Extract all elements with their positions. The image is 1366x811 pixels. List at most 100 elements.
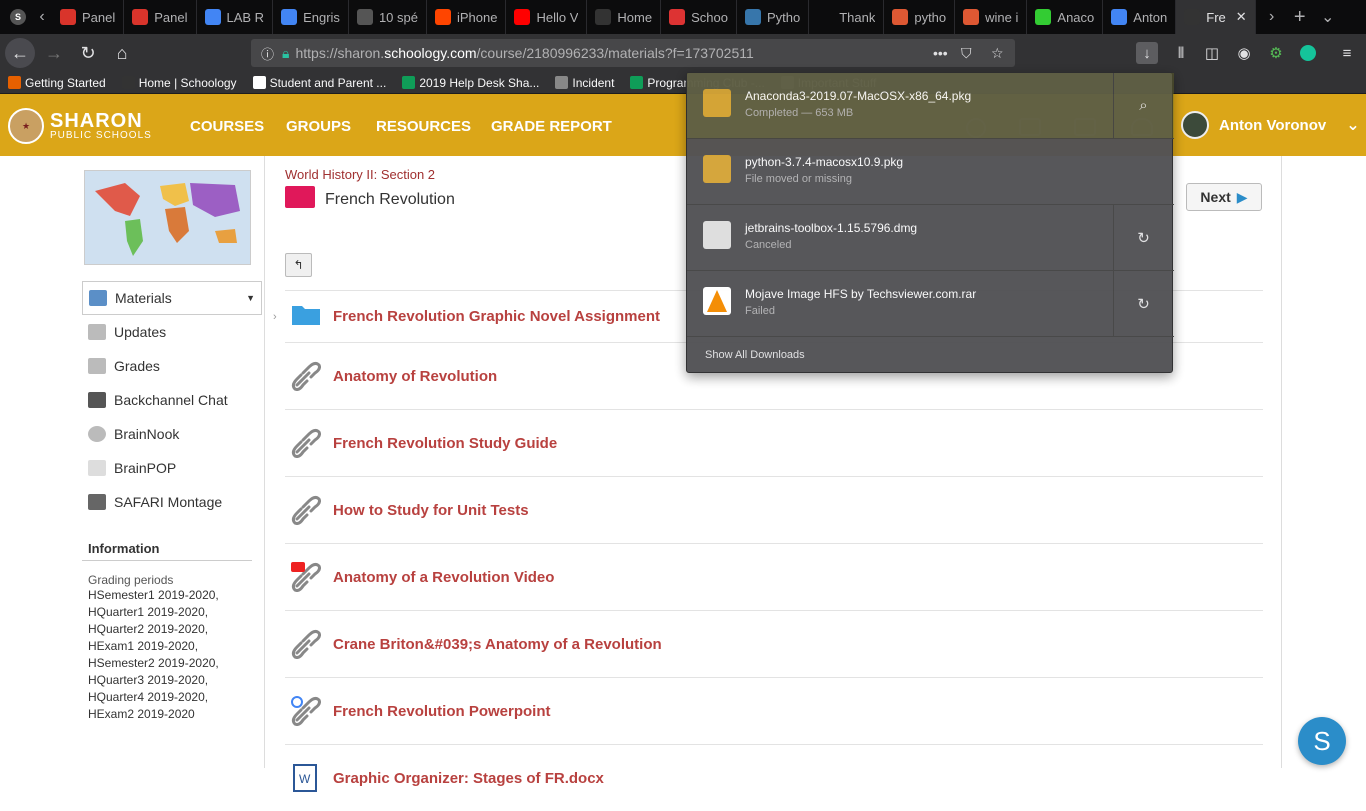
browser-tab[interactable]: Anaco [1027,0,1104,34]
downloads-icon[interactable]: ↓ [1136,42,1158,64]
nav-resources[interactable]: RESOURCES [376,118,471,135]
sidebar-item-backchannel-chat[interactable]: Backchannel Chat [82,383,262,417]
browser-tab[interactable]: wine i [955,0,1028,34]
tab-scroll-right-icon[interactable]: › [1262,8,1282,26]
material-item[interactable]: French Revolution Study Guide [285,409,1263,476]
material-item[interactable]: French Revolution Powerpoint [285,677,1263,744]
nav-groups[interactable]: GROUPS [286,118,351,135]
browser-tab[interactable]: iPhone [427,0,507,34]
grading-period: HQuarter4 2019-2020, [88,690,209,704]
material-item[interactable]: Crane Briton&#039;s Anatomy of a Revolut… [285,610,1263,677]
bookmark-favicon-icon [630,76,644,89]
browser-tab[interactable]: Panel [52,0,125,34]
browser-tab[interactable]: Anton [1103,0,1177,34]
account-icon[interactable]: ◉ [1233,42,1255,64]
download-item[interactable]: Mojave Image HFS by Techsviewer.com.rar F… [687,271,1174,337]
back-button[interactable]: ← [5,38,35,68]
grading-periods-list: HSemester1 2019-2020, HQuarter1 2019-2020… [82,587,262,723]
download-item[interactable]: Anaconda3-2019.07-MacOSX-x86_64.pkg Compl… [687,73,1174,139]
sidebar-item-label: BrainNook [114,426,180,442]
browser-tab[interactable]: Thank [809,0,885,34]
retry-icon[interactable]: ↻ [1113,205,1173,270]
material-link[interactable]: Graphic Organizer: Stages of FR.docx [333,770,604,787]
sidebar-item-safari-montage[interactable]: SAFARI Montage [82,485,262,519]
show-all-downloads-link[interactable]: Show All Downloads [705,349,805,361]
grading-periods-heading: Grading periods [88,573,174,587]
caret-down-icon[interactable]: ▼ [246,293,255,303]
retry-icon[interactable]: ↻ [1113,271,1173,336]
browser-tab[interactable]: Schoo [661,0,737,34]
material-item[interactable]: W Graphic Organizer: Stages of FR.docx [285,744,1263,811]
download-item[interactable]: jetbrains-toolbox-1.15.5796.dmg Canceled ↻ [687,205,1174,271]
blank-icon [817,9,834,25]
grading-period: HExam2 2019-2020 [88,707,195,721]
go-back-button[interactable]: ↰ [285,253,312,277]
forward-button[interactable]: → [39,38,69,68]
material-item[interactable]: Anatomy of a Revolution Video [285,543,1263,610]
close-tab-icon[interactable]: ✕ [1236,9,1247,25]
chevron-down-icon: ⌄ [1346,117,1360,134]
bookmark-star-icon[interactable]: ☆ [991,45,1004,62]
library-icon[interactable]: ⫴ [1170,42,1192,64]
tab-title: pytho [914,9,947,25]
vpn-extension-icon[interactable]: ⚙ [1265,42,1287,64]
schoology-help-button[interactable]: S [1298,717,1346,765]
user-menu[interactable]: Anton Voronov ⌄ [1181,111,1360,139]
browser-tab[interactable]: LAB R [197,0,274,34]
next-button[interactable]: Next ▶ [1186,183,1262,211]
bookmark-item[interactable]: 2019 Help Desk Sha... [394,76,547,90]
google-link-icon [291,696,321,726]
youtube-icon [514,9,531,25]
reload-button[interactable]: ↻ [73,38,103,68]
material-link[interactable]: Crane Briton&#039;s Anatomy of a Revolut… [333,636,662,653]
material-link[interactable]: How to Study for Unit Tests [333,502,529,519]
material-link[interactable]: French Revolution Study Guide [333,435,557,452]
url-text[interactable]: https://sharon.schoology.com/course/2180… [295,45,753,61]
bookmark-item[interactable]: Getting Started [0,76,114,90]
search-icon[interactable]: ⌕ [1113,73,1173,138]
browser-tab[interactable]: Pytho [737,0,810,34]
new-tab-icon[interactable]: + [1290,6,1310,29]
tab-title: Home [617,9,653,25]
nav-grade-report[interactable]: GRADE REPORT [491,118,612,135]
sidebar-item-updates[interactable]: Updates [82,315,262,349]
browser-tab[interactable]: pytho [884,0,956,34]
tab-scroll-left-icon[interactable]: ‹ [32,8,52,26]
material-link[interactable]: French Revolution Powerpoint [333,703,551,720]
tab-list-icon[interactable]: ⌄ [1318,7,1338,27]
sidebar-item-grades[interactable]: Grades [82,349,262,383]
material-link[interactable]: Anatomy of Revolution [333,368,497,385]
download-item[interactable]: python-3.7.4-macosx10.9.pkg File moved or… [687,139,1174,205]
breadcrumb[interactable]: World History II: Section 2 [285,167,435,182]
pocket-icon[interactable]: ⛉ [961,45,972,62]
browser-tab[interactable]: Engris [273,0,349,34]
info-icon[interactable]: ⓘ [261,44,274,63]
bookmark-item[interactable]: Student and Parent ... [245,76,395,90]
sidebar-item-brainpop[interactable]: BrainPOP [82,451,262,485]
material-link[interactable]: French Revolution Graphic Novel Assignme… [333,308,660,325]
browser-tab[interactable]: 10 spé [349,0,427,34]
sidebar-item-label: Backchannel Chat [114,392,228,408]
nav-courses[interactable]: COURSES [190,118,264,135]
browser-tab[interactable]: Panel [124,0,197,34]
bookmark-item[interactable]: Home | Schoology [114,76,245,90]
python-icon [744,9,761,25]
sidebar-icon[interactable]: ◫ [1201,42,1223,64]
material-item[interactable]: How to Study for Unit Tests [285,476,1263,543]
schoology-icon[interactable]: S [10,9,26,25]
material-link[interactable]: Anatomy of a Revolution Video [333,569,554,586]
page-actions-icon[interactable]: ••• [933,45,948,61]
grammarly-extension-icon[interactable] [1297,42,1319,64]
home-button[interactable]: ⌂ [107,38,137,68]
browser-tab[interactable]: Home [587,0,662,34]
school-logo[interactable]: ★ SHARON PUBLIC SCHOOLS [8,108,152,144]
browser-tab[interactable]: Fre ✕ [1176,0,1256,34]
menu-icon[interactable]: ≡ [1336,42,1358,64]
expand-arrow-icon[interactable]: › [273,311,277,323]
sidebar-item-materials[interactable]: Materials ▼ [82,281,262,315]
bookmark-item[interactable]: Incident [547,76,622,90]
url-bar[interactable]: ⓘ 🔒︎ https://sharon.schoology.com/course… [251,39,1015,67]
sidebar-item-brainnook[interactable]: BrainNook [82,417,262,451]
duckduckgo-icon [892,9,909,25]
browser-tab[interactable]: Hello V [506,0,588,34]
